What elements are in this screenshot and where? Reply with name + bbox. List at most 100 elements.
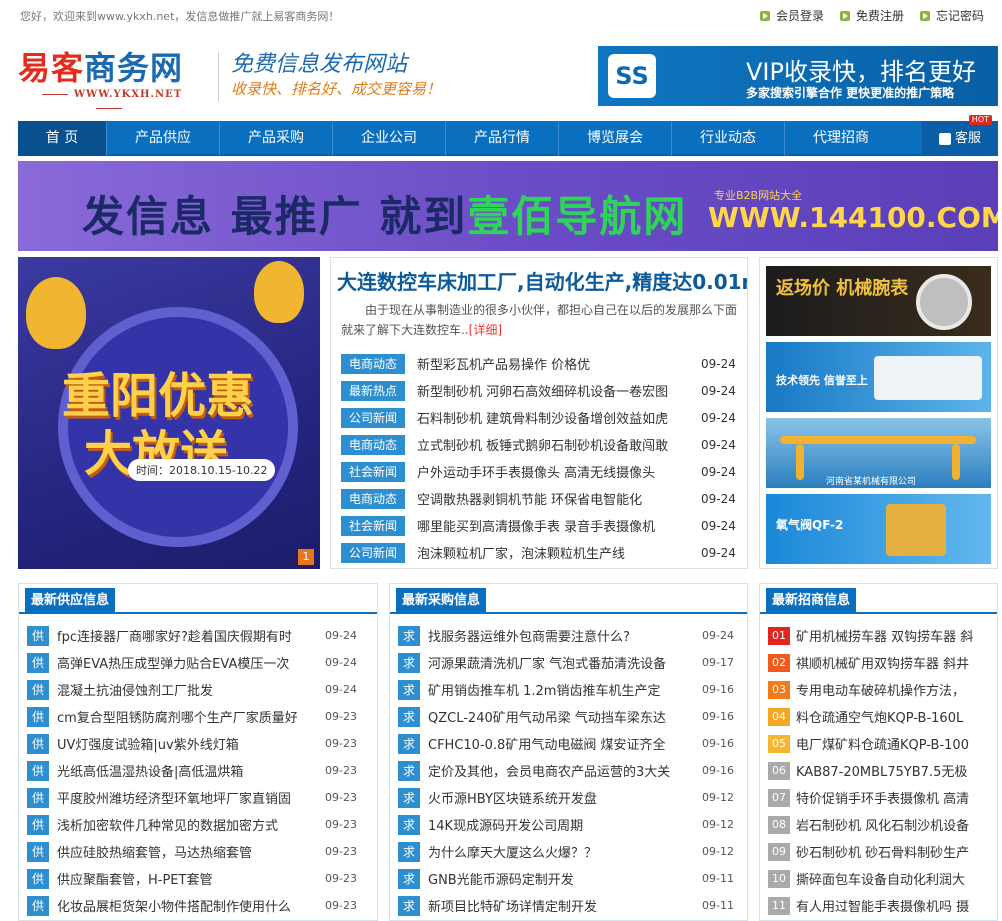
ad-banner[interactable]: 发信息 最推广 就到壹佰导航网 专业B2B网站大全 WWW.144100.COM	[18, 161, 998, 251]
supply-link[interactable]: 化妆品展柜货架小物件搭配制作使用什么	[57, 896, 313, 915]
nav-item-market[interactable]: 产品行情	[446, 121, 558, 156]
news-date: 09-24	[701, 464, 736, 479]
list-item: 02 祺顺机械矿用双钩捞车器 斜井	[760, 649, 997, 676]
recruit-link[interactable]: KAB87-20MBL75YB7.5无极	[796, 761, 996, 780]
news-tag[interactable]: 电商动态	[341, 353, 405, 374]
slider-page-indicator[interactable]: 1	[298, 549, 314, 565]
rank-number: 08	[768, 815, 790, 834]
forgot-password-label: 忘记密码	[936, 9, 985, 23]
supply-link[interactable]: UV灯强度试验箱|uv紫外线灯箱	[57, 734, 313, 753]
site-logo[interactable]: 易客商务网 WWW.YKXH.NET	[18, 48, 200, 104]
ad-watch[interactable]: 返场价 机械腕表	[766, 266, 991, 336]
recruit-link[interactable]: 专用电动车破碎机操作方法，	[796, 680, 996, 699]
supply-panel-title[interactable]: 最新供应信息	[25, 588, 116, 614]
rank-number: 02	[768, 653, 790, 672]
news-tag[interactable]: 社会新闻	[341, 461, 405, 482]
supply-link[interactable]: fpc连接器厂商哪家好?趁着国庆假期有时	[57, 626, 313, 645]
purchase-link[interactable]: CFHC10-0.8矿用气动电磁阀 煤安证齐全	[428, 734, 690, 753]
supply-link[interactable]: 混凝土抗油侵蚀剂工厂批发	[57, 680, 313, 699]
recruit-link[interactable]: 撕碎面包车设备自动化利润大	[796, 869, 996, 888]
recruit-link[interactable]: 砂石制砂机 砂石骨料制砂生产	[796, 842, 996, 861]
purchase-link[interactable]: GNB光能币源码定制开发	[428, 869, 690, 888]
recruit-link[interactable]: 岩石制砂机 风化石制沙机设备	[796, 815, 996, 834]
purchase-link[interactable]: 矿用销齿推车机 1.2m销齿推车机生产定	[428, 680, 690, 699]
list-item: 求 GNB光能币源码定制开发 09-11	[390, 865, 747, 892]
recruit-link[interactable]: 料仓疏通空气炮KQP-B-160L	[796, 707, 996, 726]
purchase-tag: 求	[398, 733, 420, 754]
nav-item-agency[interactable]: 代理招商	[785, 121, 897, 156]
balloon-icon	[26, 277, 86, 349]
list-item: 求新项目比特矿场详情定制开发 09-11	[390, 892, 747, 919]
top-links: 会员登录 免费注册 忘记密码	[760, 7, 984, 24]
news-link[interactable]: 户外运动手环手表摄像头 高清无线摄像头	[417, 462, 687, 481]
ad-printing-machine[interactable]: 技术领先 信誉至上	[766, 342, 991, 412]
supply-link[interactable]: 供应聚酯套管，H-PET套管	[57, 869, 313, 888]
nav-item-company[interactable]: 企业公司	[333, 121, 445, 156]
purchase-link[interactable]: 新项目比特矿场详情定制开发	[428, 896, 690, 915]
news-tag[interactable]: 最新热点	[341, 380, 405, 401]
promo-slider[interactable]: 重阳优惠 大放送 时间：2018.10.15-10.22 1	[18, 257, 320, 569]
list-item: 08 岩石制砂机 风化石制沙机设备	[760, 811, 997, 838]
nav-item-supply[interactable]: 产品供应	[107, 121, 219, 156]
news-link[interactable]: 泡沫颗粒机厂家，泡沫颗粒机生产线	[417, 543, 687, 562]
nav-item-industry-news[interactable]: 行业动态	[672, 121, 784, 156]
list-item: 供光纸高低温湿热设备|高低温烘箱 09-23	[19, 757, 377, 784]
list-item: 09 砂石制砂机 砂石骨料制砂生产	[760, 838, 997, 865]
supply-tag: 供	[27, 679, 49, 700]
news-tag[interactable]: 公司新闻	[341, 407, 405, 428]
recruit-link[interactable]: 矿用机械捞车器 双钩捞车器 斜	[796, 626, 996, 645]
headline-title[interactable]: 大连数控车床加工厂,自动化生产,精度达0.01mm「鼎捷峰」	[337, 266, 747, 295]
purchase-link[interactable]: 火币源HBY区块链系统开发盘	[428, 788, 690, 807]
news-link[interactable]: 哪里能买到高清摄像手表 录音手表摄像机	[417, 516, 687, 535]
purchase-link[interactable]: 河源果蔬清洗机厂家 气泡式番茄清洗设备	[428, 653, 690, 672]
list-item: 供供应聚酯套管，H-PET套管 09-23	[19, 865, 377, 892]
supply-link[interactable]: cm复合型阻锈防腐剂哪个生产厂家质量好	[57, 707, 313, 726]
person-icon	[938, 132, 951, 145]
news-link[interactable]: 新型彩瓦机产品易操作 价格优	[417, 354, 687, 373]
list-item: 求火币源HBY区块链系统开发盘 09-12	[390, 784, 747, 811]
ad-crane[interactable]: 河南省某机械有限公司	[766, 418, 991, 488]
news-link[interactable]: 新型制砂机 河卵石高效细碎机设备一卷宏图	[417, 381, 687, 400]
news-tag[interactable]: 公司新闻	[341, 542, 405, 563]
supply-link[interactable]: 供应硅胶热缩套管，马达热缩套管	[57, 842, 313, 861]
list-item: 求 CFHC10-0.8矿用气动电磁阀 煤安证齐全 09-16	[390, 730, 747, 757]
news-row: 社会新闻 哪里能买到高清摄像手表 录音手表摄像机 09-24	[341, 512, 741, 539]
list-item: 求为什么摩天大厦这么火爆？？ 09-12	[390, 838, 747, 865]
news-tag[interactable]: 电商动态	[341, 488, 405, 509]
nav-item-home[interactable]: 首 页	[18, 121, 106, 156]
news-link[interactable]: 石料制砂机 建筑骨料制沙设备增创效益如虎	[417, 408, 687, 427]
supply-link[interactable]: 浅析加密软件几种常见的数据加密方式	[57, 815, 313, 834]
recruit-panel-title[interactable]: 最新招商信息	[766, 588, 857, 614]
recruit-link[interactable]: 有人用过智能手表摄像机吗 摄	[796, 896, 996, 915]
recruit-link[interactable]: 祺顺机械矿用双钩捞车器 斜井	[796, 653, 996, 672]
news-tag[interactable]: 社会新闻	[341, 515, 405, 536]
purchase-tag: 求	[398, 679, 420, 700]
item-date: 09-23	[325, 764, 357, 777]
purchase-link[interactable]: 14K现成源码开发公司周期	[428, 815, 690, 834]
purchase-tag: 求	[398, 787, 420, 808]
ad-valve[interactable]: 氧气阀QF-2	[766, 494, 991, 564]
purchase-panel-title[interactable]: 最新采购信息	[396, 588, 487, 614]
supply-link[interactable]: 平度胶州潍坊经济型环氧地坪厂家直销固	[57, 788, 313, 807]
forgot-password-link[interactable]: 忘记密码	[920, 7, 984, 24]
purchase-link[interactable]: QZCL-240矿用气动吊梁 气动挡车梁东达	[428, 707, 690, 726]
register-link[interactable]: 免费注册	[840, 7, 904, 24]
purchase-link[interactable]: 为什么摩天大厦这么火爆？？	[428, 842, 690, 861]
recruit-link[interactable]: 特价促销手环手表摄像机 高清	[796, 788, 996, 807]
recruit-link[interactable]: 电厂煤矿料仓疏通KQP-B-100	[796, 734, 996, 753]
supply-link[interactable]: 高弹EVA热压成型弹力贴合EVA模压一次	[57, 653, 313, 672]
supply-link[interactable]: 光纸高低温湿热设备|高低温烘箱	[57, 761, 313, 780]
news-tag[interactable]: 电商动态	[341, 434, 405, 455]
purchase-tag: 求	[398, 814, 420, 835]
login-link[interactable]: 会员登录	[760, 7, 824, 24]
news-link[interactable]: 立式制砂机 板锤式鹅卵石制砂机设备敢闯敢	[417, 435, 687, 454]
nav-item-purchase[interactable]: 产品采购	[220, 121, 332, 156]
nav-item-expo[interactable]: 博览展会	[559, 121, 671, 156]
headline-more-link[interactable]: [详细]	[469, 323, 502, 337]
item-date: 09-23	[325, 737, 357, 750]
vip-banner[interactable]: SS VIP收录快，排名更好 多家搜索引擎合作 更快更准的推广策略	[598, 46, 998, 106]
news-link[interactable]: 空调散热器剥铜机节能 环保省电智能化	[417, 489, 687, 508]
customer-service-button[interactable]: 客服 HOT	[922, 115, 998, 156]
purchase-link[interactable]: 找服务器运维外包商需要注意什么?	[428, 626, 690, 645]
purchase-link[interactable]: 定价及其他，会员电商农产品运营的3大关	[428, 761, 690, 780]
